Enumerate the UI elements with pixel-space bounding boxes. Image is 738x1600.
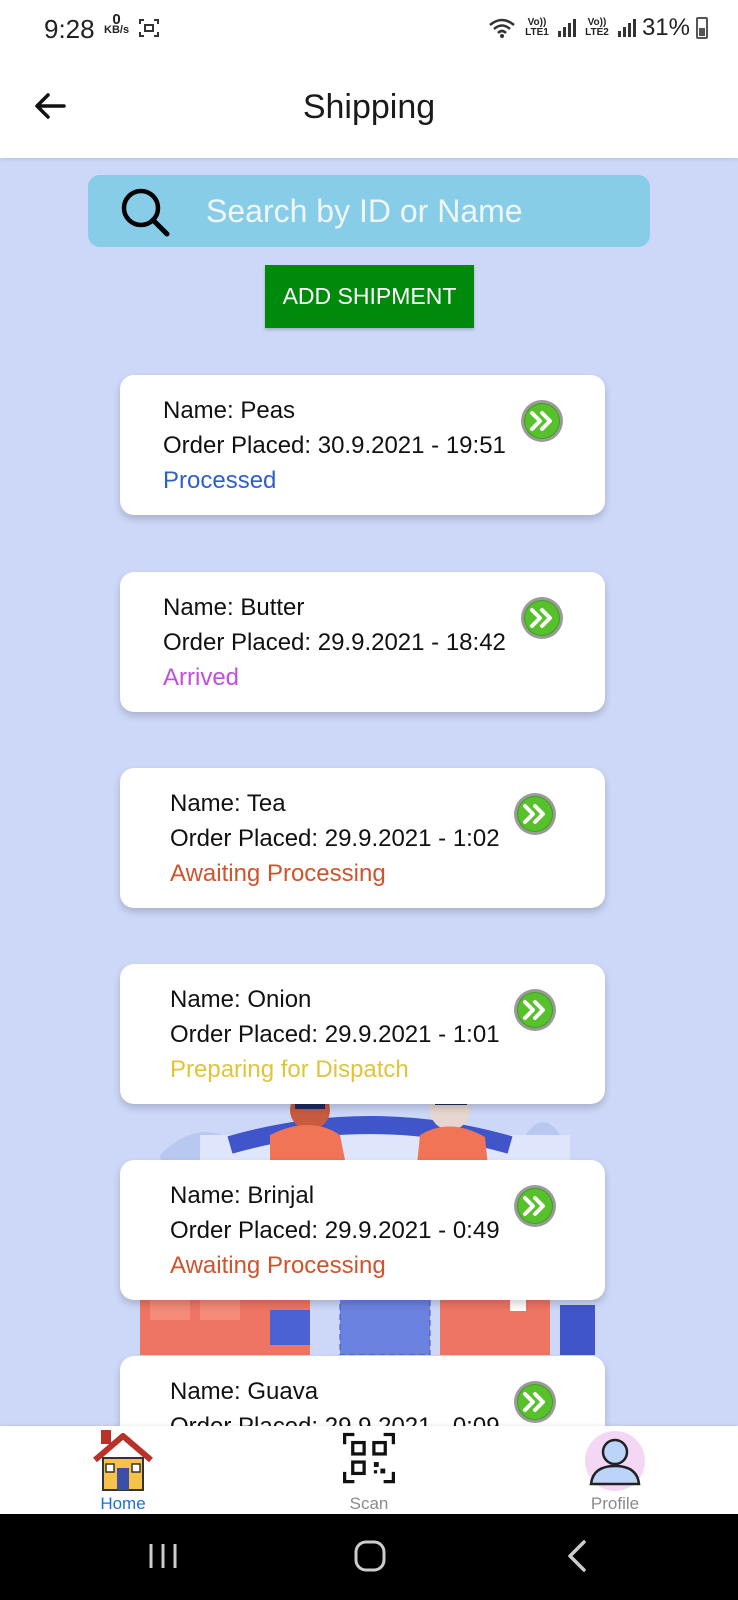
nav-home[interactable]: Home	[63, 1426, 183, 1514]
status-bar: 9:28 0 KB/s Vo)) LTE1 Vo)) LTE2 31%	[0, 0, 738, 58]
sim2-label: Vo)) LTE2	[585, 17, 609, 38]
shipment-name: Name: Guava	[170, 1378, 319, 1405]
shipment-card[interactable]: Name: Brinjal Order Placed: 29.9.2021 - …	[120, 1160, 605, 1300]
shipment-order-date: Order Placed: 29.9.2021 - 1:02	[170, 825, 500, 852]
system-navigation-bar	[0, 1514, 738, 1600]
house-icon	[93, 1430, 153, 1491]
shipment-name: Name: Onion	[170, 986, 312, 1013]
net-speed-indicator: 0 KB/s	[104, 12, 130, 36]
nav-scan-label: Scan	[349, 1494, 389, 1513]
search-bar[interactable]	[88, 175, 650, 247]
search-icon	[121, 188, 170, 237]
shipment-status: Awaiting Processing	[170, 1252, 386, 1279]
double-chevron-right-icon[interactable]	[513, 1184, 557, 1228]
search-input[interactable]	[206, 189, 626, 233]
shipment-card[interactable]: Name: Tea Order Placed: 29.9.2021 - 1:02…	[120, 768, 605, 908]
shipment-order-date: Order Placed: 29.9.2021 - 0:49	[170, 1217, 500, 1244]
bottom-navigation: Home Scan Profile	[0, 1426, 738, 1514]
shipment-card[interactable]: Name: Butter Order Placed: 29.9.2021 - 1…	[120, 572, 605, 712]
sim1-label: Vo)) LTE1	[525, 17, 549, 38]
shipment-name: Name: Peas	[163, 397, 296, 424]
user-avatar-icon	[585, 1431, 645, 1491]
back-icon[interactable]	[558, 1536, 598, 1576]
net-speed-unit: KB/s	[104, 24, 130, 36]
shipment-status: Preparing for Dispatch	[170, 1056, 409, 1083]
nav-home-label: Home	[100, 1494, 146, 1513]
qr-code-icon	[343, 1432, 395, 1484]
shipment-name: Name: Tea	[170, 790, 286, 817]
shipment-status: Processed	[163, 467, 277, 494]
screen-record-icon	[139, 19, 159, 37]
home-icon[interactable]	[350, 1536, 390, 1576]
battery-icon	[696, 17, 708, 39]
double-chevron-right-icon[interactable]	[520, 399, 564, 443]
signal2-icon	[617, 19, 636, 37]
double-chevron-right-icon[interactable]	[513, 1380, 557, 1424]
nav-scan[interactable]: Scan	[309, 1426, 429, 1514]
shipment-name: Name: Brinjal	[170, 1182, 315, 1209]
double-chevron-right-icon[interactable]	[513, 988, 557, 1032]
status-time: 9:28	[44, 14, 95, 44]
nav-profile-label: Profile	[590, 1494, 640, 1513]
app-bar: Shipping	[0, 58, 738, 158]
double-chevron-right-icon[interactable]	[513, 792, 557, 836]
nav-profile[interactable]: Profile	[555, 1426, 675, 1514]
wifi-icon	[489, 18, 515, 38]
shipment-name: Name: Butter	[163, 594, 305, 621]
signal1-icon	[557, 19, 576, 37]
shipment-status: Awaiting Processing	[170, 860, 386, 887]
shipment-status: Arrived	[163, 664, 240, 691]
status-right-group: Vo)) LTE1 Vo)) LTE2 31%	[488, 14, 708, 42]
shipment-order-date: Order Placed: 29.9.2021 - 1:01	[170, 1021, 500, 1048]
battery-text: 31%	[641, 14, 690, 41]
recent-apps-icon[interactable]	[143, 1536, 183, 1576]
page-title: Shipping	[302, 88, 436, 126]
add-shipment-button[interactable]: ADD SHIPMENT	[265, 265, 474, 328]
shipment-order-date: Order Placed: 30.9.2021 - 19:51	[163, 432, 506, 459]
shipment-card[interactable]: Name: Onion Order Placed: 29.9.2021 - 1:…	[120, 964, 605, 1104]
shipment-card[interactable]: Name: Peas Order Placed: 30.9.2021 - 19:…	[120, 375, 605, 515]
double-chevron-right-icon[interactable]	[520, 596, 564, 640]
shipment-order-date: Order Placed: 29.9.2021 - 18:42	[163, 629, 506, 656]
